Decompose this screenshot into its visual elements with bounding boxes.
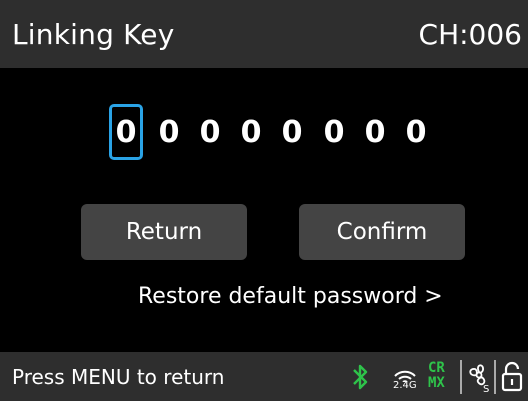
key-digit-3[interactable]: 0 bbox=[193, 104, 227, 160]
band-label: 2.4G bbox=[393, 380, 417, 391]
linking-key-digits: 0 0 0 0 0 0 0 0 bbox=[0, 104, 528, 160]
key-digit-2[interactable]: 0 bbox=[152, 104, 186, 160]
confirm-button[interactable]: Confirm bbox=[299, 204, 465, 260]
status-bar: Press MENU to return 2.4G CR MX S bbox=[0, 352, 528, 401]
restore-default-password-link[interactable]: Restore default password > bbox=[138, 284, 443, 309]
crmx-icon: CR MX bbox=[428, 360, 445, 391]
bluetooth-icon bbox=[353, 364, 368, 390]
wireless-2-4g-icon bbox=[394, 370, 416, 382]
status-divider bbox=[494, 360, 496, 394]
channel-indicator: CH:006 bbox=[418, 17, 522, 51]
fan-icon: S bbox=[469, 364, 489, 394]
page-title: Linking Key bbox=[12, 17, 175, 51]
unlock-icon bbox=[501, 361, 523, 392]
return-button[interactable]: Return bbox=[81, 204, 247, 260]
status-hint: Press MENU to return bbox=[12, 364, 225, 389]
key-digit-1[interactable]: 0 bbox=[109, 104, 143, 160]
key-digit-5[interactable]: 0 bbox=[275, 104, 309, 160]
key-digit-8[interactable]: 0 bbox=[399, 104, 433, 160]
key-digit-7[interactable]: 0 bbox=[358, 104, 392, 160]
header-bar: Linking Key CH:006 bbox=[0, 0, 528, 68]
key-digit-6[interactable]: 0 bbox=[317, 104, 351, 160]
status-divider bbox=[460, 360, 462, 394]
svg-text:S: S bbox=[483, 384, 489, 394]
key-digit-4[interactable]: 0 bbox=[234, 104, 268, 160]
